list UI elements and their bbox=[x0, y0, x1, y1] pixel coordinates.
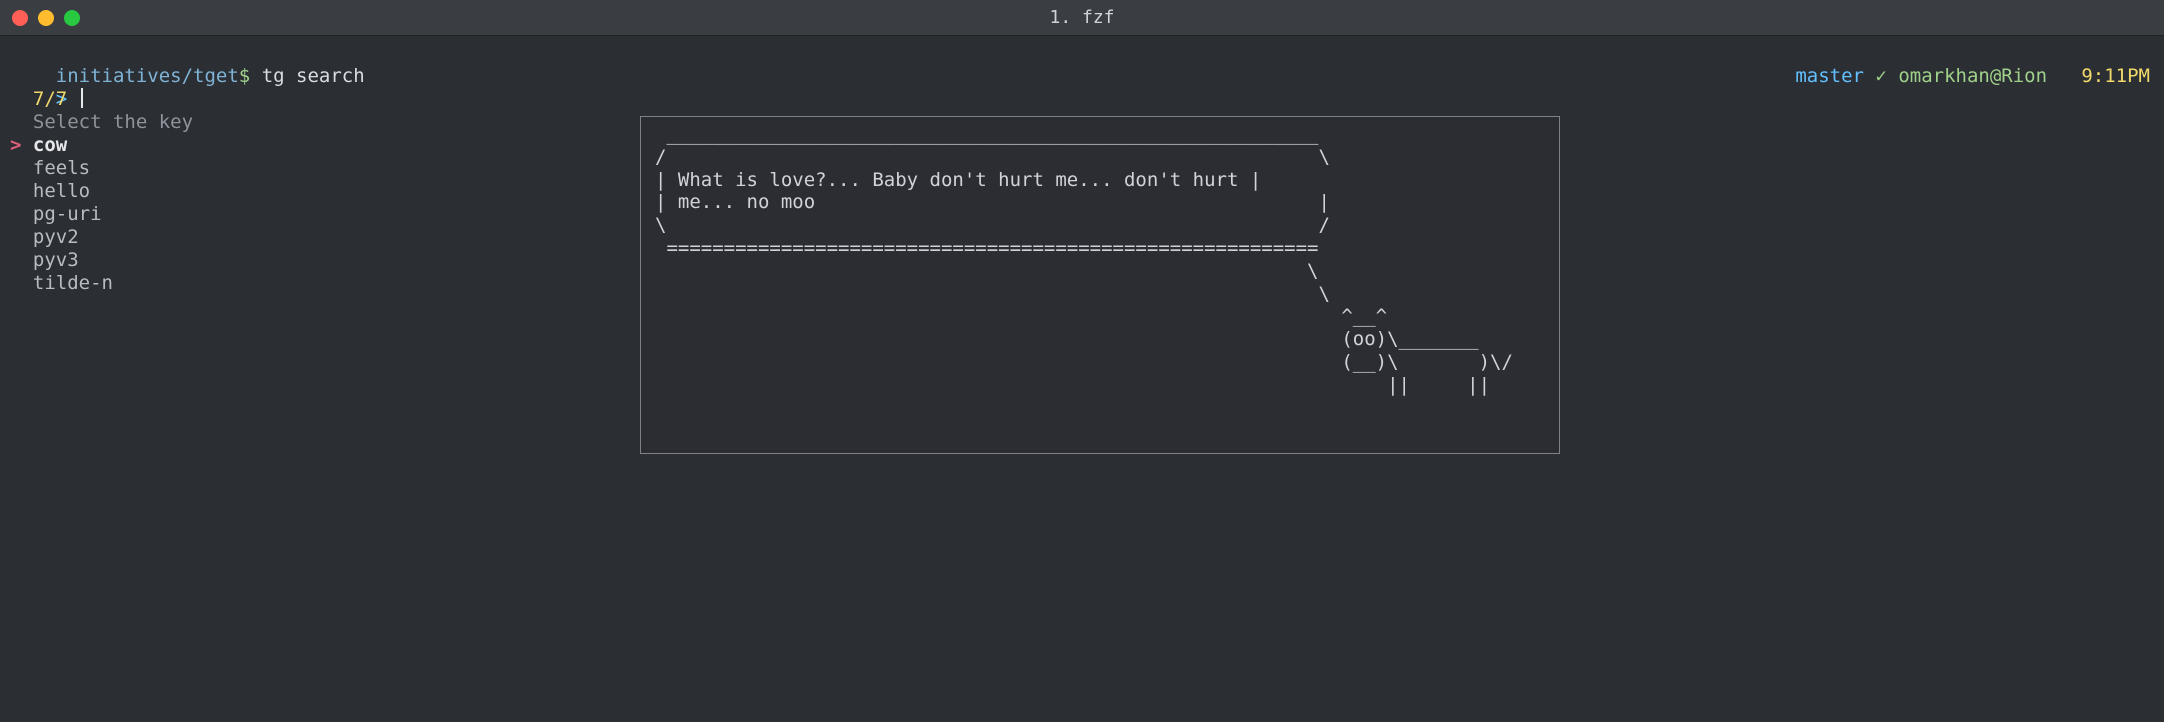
fzf-pointer-icon: > bbox=[10, 134, 33, 156]
list-item-label: cow bbox=[33, 134, 67, 156]
list-item-label: pyv3 bbox=[33, 249, 79, 271]
user-host: omarkhan@Rion bbox=[1898, 65, 2047, 87]
list-item-label: tilde-n bbox=[33, 272, 113, 294]
terminal-viewport[interactable]: master ✓ omarkhan@Rion 9:11PM initiative… bbox=[0, 36, 2164, 722]
minimize-icon[interactable] bbox=[38, 10, 54, 26]
git-clean-check-icon: ✓ bbox=[1875, 65, 1886, 87]
clock-time: 9:11PM bbox=[2081, 65, 2150, 87]
fzf-count: 7/7 bbox=[33, 88, 67, 110]
git-branch: master bbox=[1795, 65, 1864, 87]
traffic-lights bbox=[12, 10, 80, 26]
window-title: 1. fzf bbox=[1049, 7, 1114, 29]
close-icon[interactable] bbox=[12, 10, 28, 26]
prompt-dollar: $ bbox=[239, 65, 250, 87]
list-item-label: hello bbox=[33, 180, 90, 202]
prompt-command: tg search bbox=[262, 65, 365, 87]
list-item-label: pg-uri bbox=[33, 203, 102, 225]
list-item-label: feels bbox=[33, 157, 90, 179]
list-item-label: pyv2 bbox=[33, 226, 79, 248]
fzf-preview-pane: ________________________________________… bbox=[640, 116, 1560, 454]
text-cursor-icon bbox=[81, 88, 83, 108]
prompt-path: initiatives/tget bbox=[56, 65, 239, 87]
fzf-header: Select the key bbox=[33, 111, 193, 133]
maximize-icon[interactable] bbox=[64, 10, 80, 26]
prompt-status: master ✓ omarkhan@Rion 9:11PM bbox=[1750, 42, 2150, 110]
window-titlebar: 1. fzf bbox=[0, 0, 2164, 36]
